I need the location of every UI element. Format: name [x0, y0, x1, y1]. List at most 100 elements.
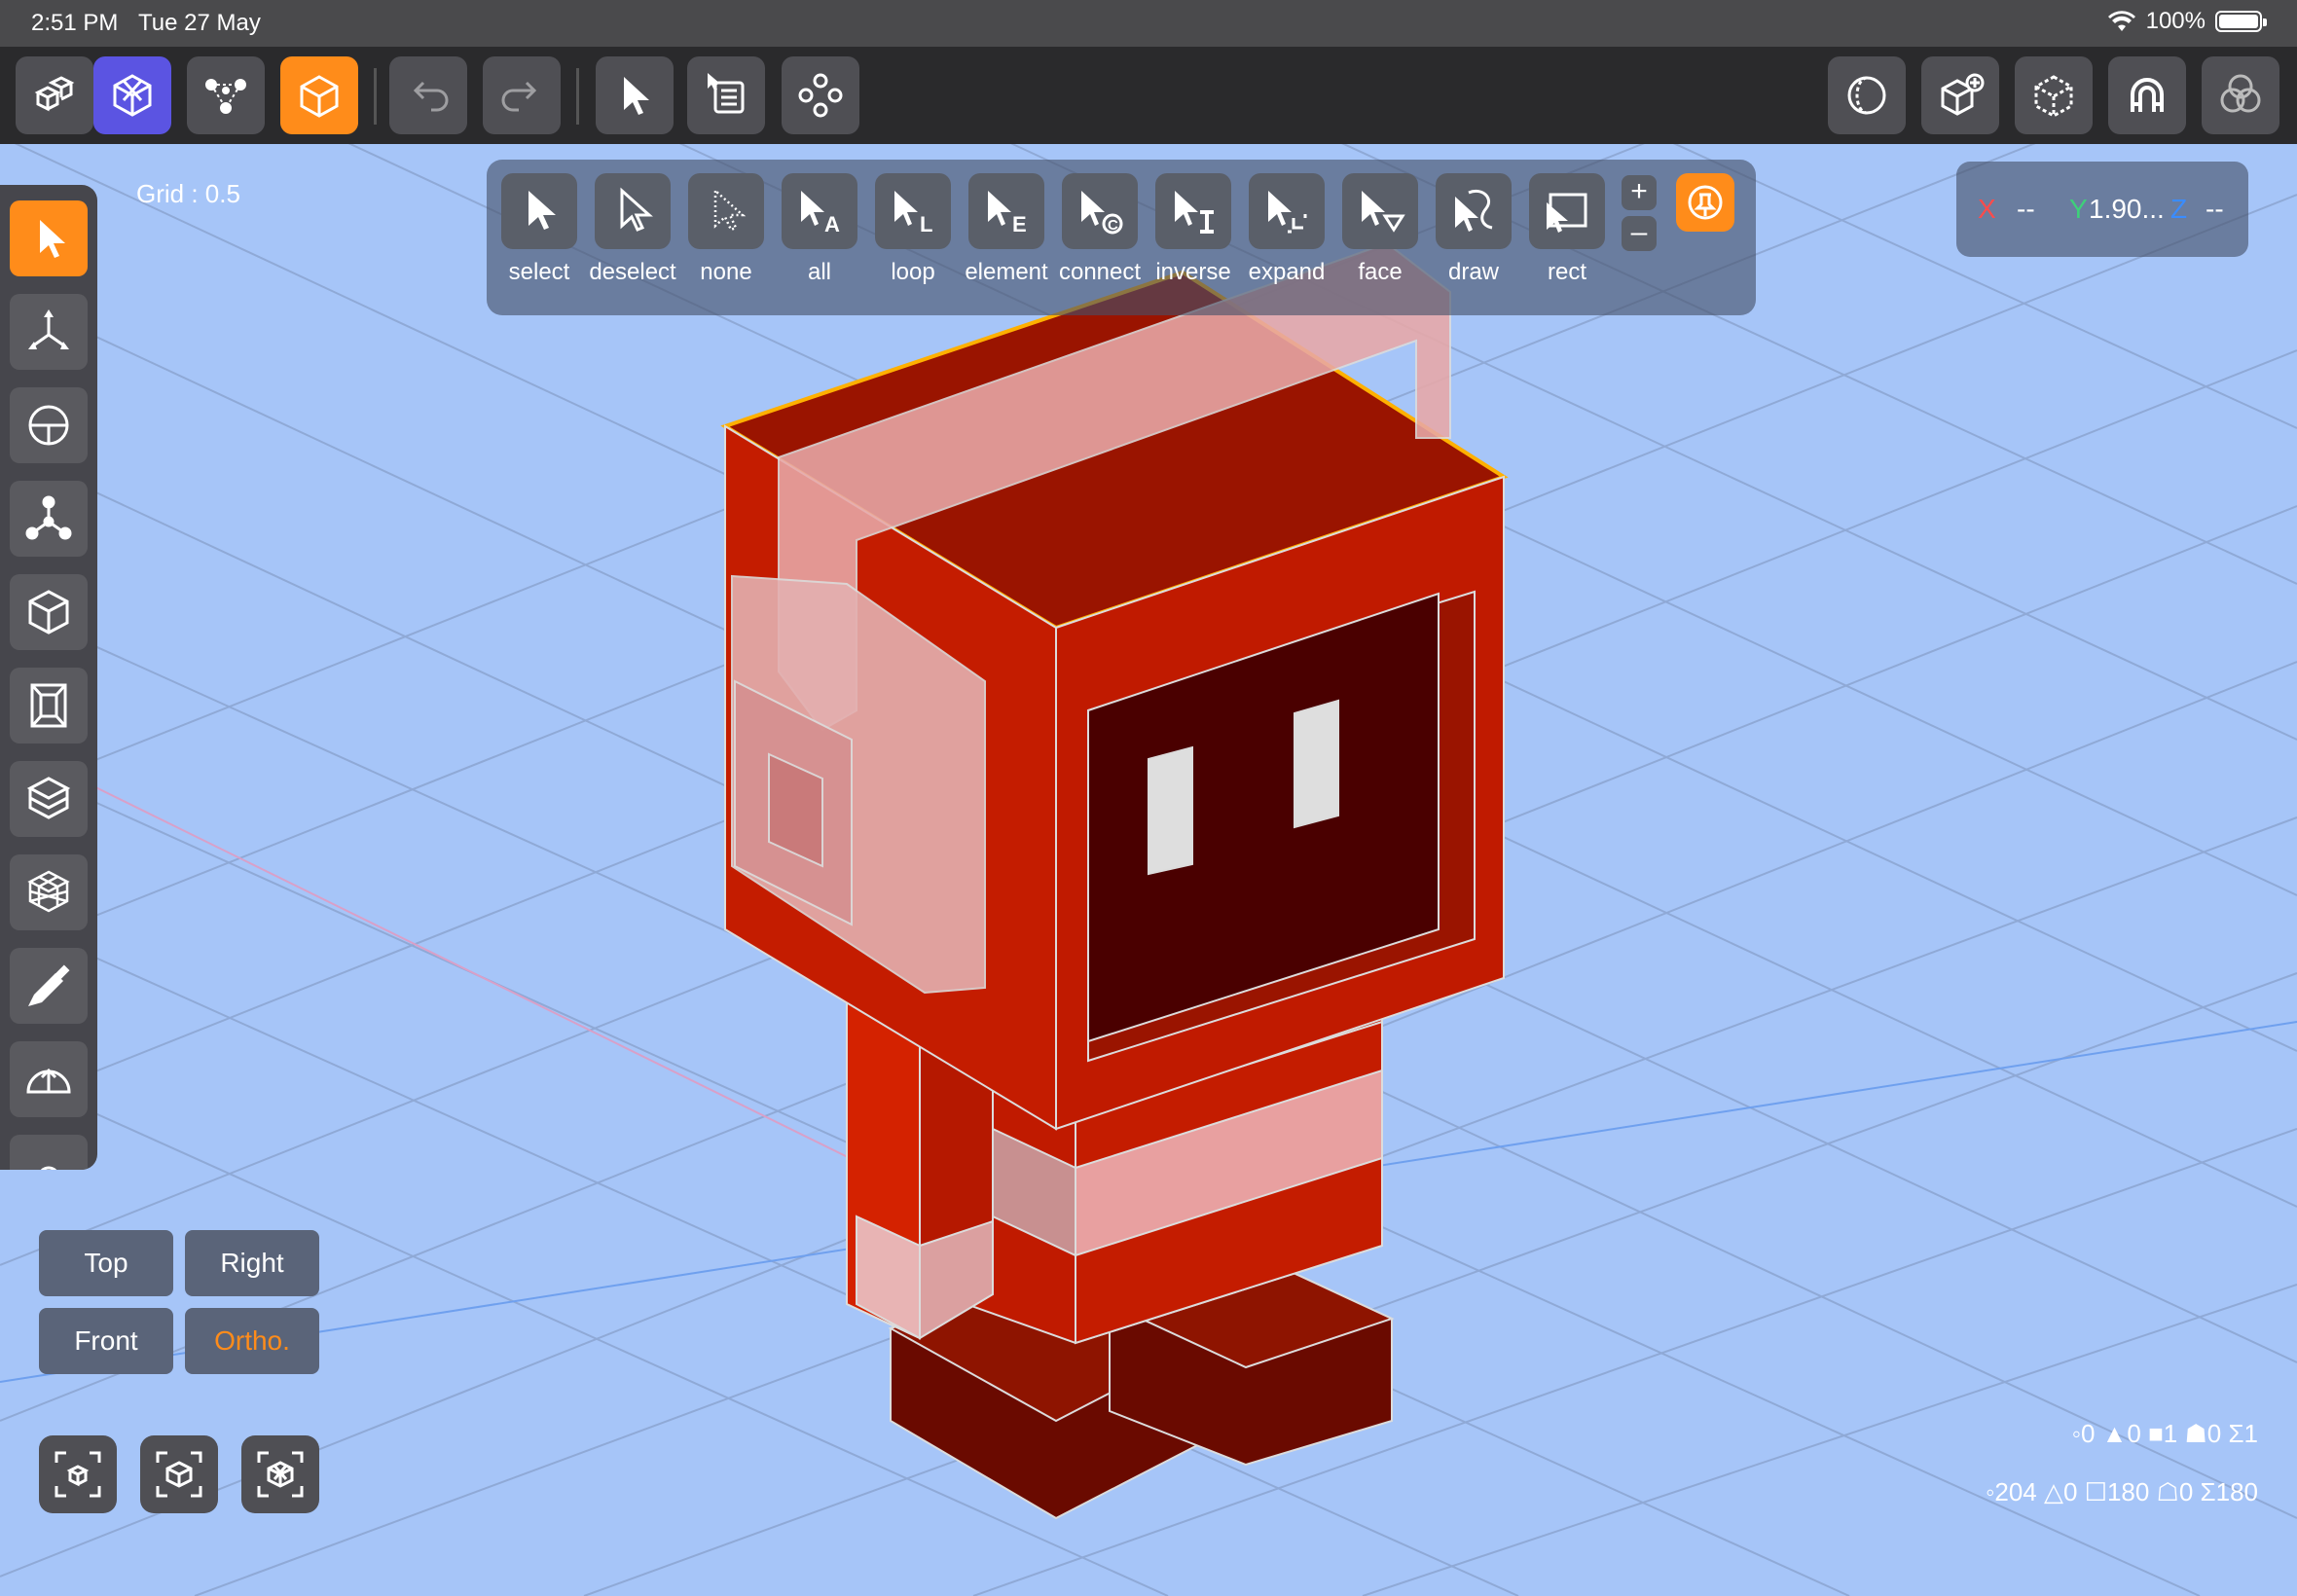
top-toolbar — [0, 47, 2297, 144]
wireframe-button[interactable] — [2015, 56, 2093, 134]
redo-button[interactable] — [483, 56, 561, 134]
dome-arrow-icon — [26, 1068, 71, 1094]
status-time: 2:51 PM — [31, 10, 119, 36]
cursor-filled-icon — [529, 191, 556, 230]
loop-cut-tool[interactable] — [10, 761, 88, 837]
more-tools[interactable] — [10, 1135, 88, 1170]
select-all-button[interactable]: A all — [781, 173, 858, 298]
scale-nodes-icon — [25, 495, 72, 540]
move-axes-icon — [28, 309, 69, 349]
svg-text:E: E — [1012, 212, 1027, 236]
solid-mode-button[interactable] — [280, 56, 358, 134]
pin-panel-button[interactable] — [1676, 173, 1734, 232]
cursor-draw-icon — [1455, 190, 1493, 232]
frame-selection-button[interactable] — [39, 1435, 117, 1513]
frame-mesh-icon — [257, 1451, 304, 1498]
cursor-expand-icon — [1268, 191, 1307, 234]
boolean-button[interactable] — [2202, 56, 2279, 134]
wifi-icon — [2107, 11, 2135, 32]
pin-icon — [1688, 185, 1723, 220]
redo-icon — [501, 81, 537, 112]
cursor-a-icon: A — [801, 191, 840, 236]
inset-tool[interactable] — [10, 668, 88, 744]
circles-cluster-icon — [798, 73, 843, 118]
y-axis-label: Y — [2069, 194, 2088, 224]
undo-button[interactable] — [389, 56, 467, 134]
z-axis-label: Z — [2170, 194, 2188, 224]
status-date: Tue 27 May — [138, 10, 261, 36]
cursor-e-icon: E — [988, 191, 1027, 236]
view-ortho-button[interactable]: Ortho. — [185, 1308, 319, 1374]
overlap-circles-icon — [2220, 74, 2261, 113]
pointer-tool-button[interactable] — [596, 56, 674, 134]
selected-stats: ◦0 ▲0 ■1 ☗0 Σ1 — [2071, 1419, 2258, 1448]
grow-selection-button[interactable]: + — [1622, 175, 1657, 210]
grid-cube-icon — [27, 870, 70, 913]
battery-icon — [2215, 11, 2267, 32]
select-expand-button[interactable]: expand — [1248, 173, 1326, 298]
select-connect-button[interactable]: C connect — [1059, 173, 1141, 298]
select-inverse-button[interactable]: inverse — [1154, 173, 1232, 298]
coordinates-readout[interactable]: X -- Y 1.90... Z -- — [1956, 162, 2248, 257]
knife-icon — [28, 964, 70, 1006]
grid-size-label: Grid : 0.5 — [136, 179, 240, 208]
frame-cubes-icon — [55, 1451, 101, 1498]
move-tool[interactable] — [10, 294, 88, 370]
snap-button[interactable] — [2108, 56, 2186, 134]
select-loop-button[interactable]: L loop — [874, 173, 952, 298]
cube-outline-icon — [300, 75, 339, 118]
frame-cube-icon — [156, 1451, 202, 1498]
dashed-cube-icon — [2034, 75, 2073, 118]
gear-icon — [40, 1166, 57, 1170]
y-value: 1.90... — [2089, 194, 2165, 224]
pivot-button[interactable] — [782, 56, 859, 134]
view-front-button[interactable]: Front — [39, 1308, 173, 1374]
cursor-i-icon — [1175, 191, 1214, 234]
svg-text:L: L — [920, 212, 932, 236]
list-cursor-icon — [708, 73, 745, 114]
xray-button[interactable] — [1828, 56, 1906, 134]
object-mode-button[interactable] — [16, 56, 93, 134]
selection-panel: select deselect none A all L loop E elem… — [487, 160, 1756, 315]
add-primitive-button[interactable] — [1921, 56, 1999, 134]
extrude-tool[interactable] — [10, 574, 88, 650]
scale-tool[interactable] — [10, 481, 88, 557]
frame-all-button[interactable] — [241, 1435, 319, 1513]
left-tool-panel — [0, 185, 97, 1170]
select-button[interactable]: select — [500, 173, 578, 298]
select-face-button[interactable]: face — [1341, 173, 1419, 298]
x-axis-label: X — [1978, 194, 1996, 224]
cursor-rect-icon — [1547, 193, 1587, 233]
mesh-mode-button[interactable] — [93, 56, 171, 134]
svg-text:C: C — [1108, 217, 1118, 234]
knife-tool[interactable] — [10, 948, 88, 1024]
inset-face-icon — [30, 683, 67, 728]
select-rect-button[interactable]: rect — [1528, 173, 1606, 298]
push-pull-tool[interactable] — [10, 1041, 88, 1117]
mesh-cube-icon — [113, 74, 152, 117]
select-none-button[interactable]: none — [687, 173, 765, 298]
magnet-icon — [2131, 78, 2164, 112]
select-tool[interactable] — [10, 200, 88, 276]
undo-icon — [413, 81, 449, 112]
rotate-tool[interactable] — [10, 387, 88, 463]
frame-object-button[interactable] — [140, 1435, 218, 1513]
deselect-button[interactable]: deselect — [589, 173, 676, 298]
subdivide-tool[interactable] — [10, 854, 88, 930]
z-value: -- — [2206, 194, 2224, 224]
select-draw-button[interactable]: draw — [1435, 173, 1513, 298]
cursor-l-icon: L — [894, 191, 932, 236]
cube-icon — [28, 590, 69, 635]
view-top-button[interactable]: Top — [39, 1230, 173, 1296]
shrink-selection-button[interactable]: – — [1622, 216, 1657, 251]
cursor-outline-icon — [620, 187, 653, 232]
sphere-icon — [28, 405, 69, 446]
select-element-button[interactable]: E element — [965, 173, 1048, 298]
total-stats: ◦204 △0 ☐180 ☖0 Σ180 — [1986, 1477, 2258, 1506]
cursor-icon — [40, 220, 65, 258]
vertex-mode-button[interactable] — [187, 56, 265, 134]
view-right-button[interactable]: Right — [185, 1230, 319, 1296]
cursor-dotted-icon — [713, 188, 747, 232]
cursor-c-icon: C — [1081, 191, 1123, 235]
selection-list-button[interactable] — [687, 56, 765, 134]
